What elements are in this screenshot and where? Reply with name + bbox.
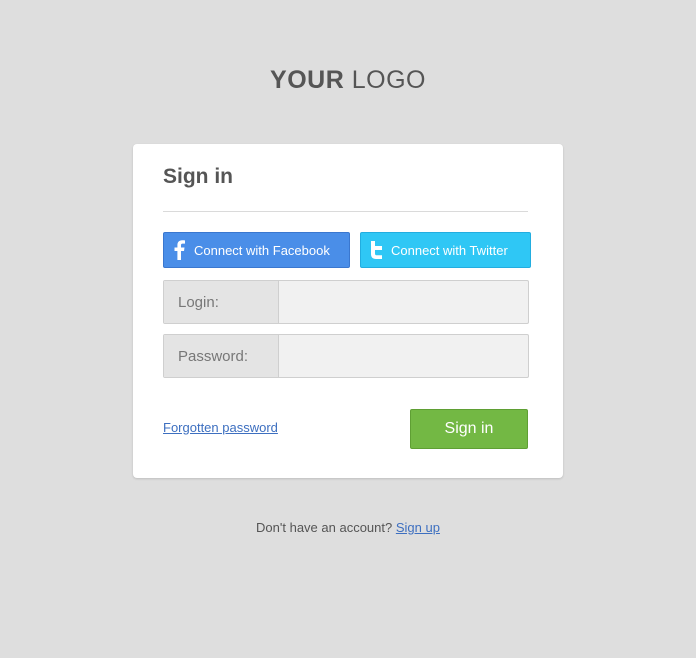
twitter-connect-label: Connect with Twitter bbox=[391, 242, 508, 258]
login-label: Login: bbox=[164, 281, 279, 323]
forgotten-password-link[interactable]: Forgotten password bbox=[163, 420, 278, 435]
divider bbox=[163, 211, 528, 212]
logo: YOUR LOGO bbox=[0, 66, 696, 95]
card-title: Sign in bbox=[163, 165, 233, 188]
login-input[interactable] bbox=[279, 281, 528, 323]
signup-footer: Don't have an account? Sign up bbox=[0, 520, 696, 535]
twitter-connect-button[interactable]: Connect with Twitter bbox=[360, 232, 531, 268]
sign-in-button[interactable]: Sign in bbox=[410, 409, 528, 449]
twitter-icon bbox=[361, 233, 391, 267]
logo-light-text: LOGO bbox=[351, 66, 426, 94]
signup-prompt: Don't have an account? bbox=[256, 520, 393, 535]
logo-bold-text: YOUR bbox=[270, 66, 345, 94]
signin-card: Sign in Connect with Facebook Connect wi… bbox=[133, 144, 563, 478]
sign-up-link[interactable]: Sign up bbox=[396, 520, 440, 535]
facebook-connect-button[interactable]: Connect with Facebook bbox=[163, 232, 350, 268]
facebook-connect-label: Connect with Facebook bbox=[194, 242, 330, 258]
password-field: Password: bbox=[163, 334, 529, 378]
password-input[interactable] bbox=[279, 335, 528, 377]
password-label: Password: bbox=[164, 335, 279, 377]
login-field: Login: bbox=[163, 280, 529, 324]
facebook-icon bbox=[164, 233, 194, 267]
